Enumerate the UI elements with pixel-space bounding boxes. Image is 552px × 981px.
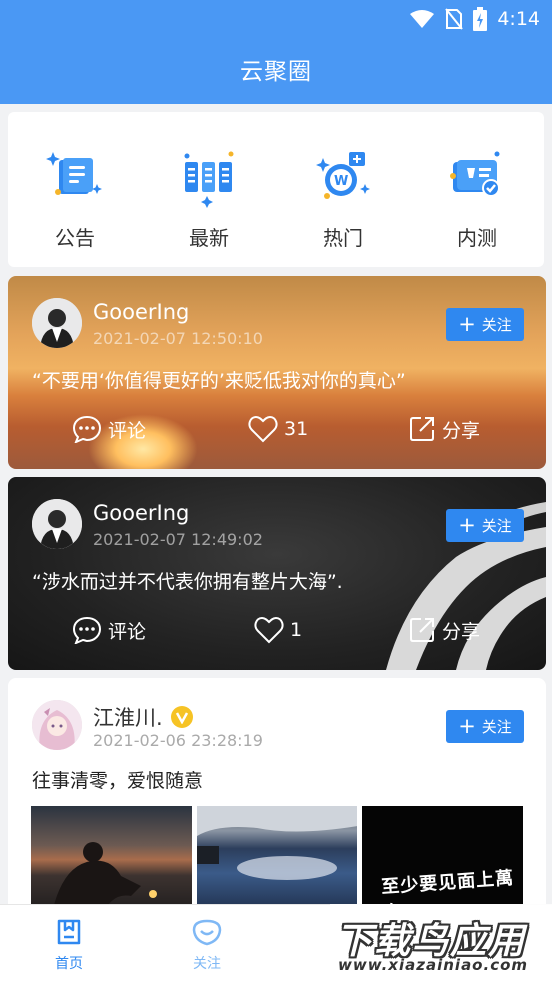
like-count: 31 — [284, 418, 309, 440]
nav-item-follow[interactable]: 关注 — [167, 917, 247, 973]
app-bar: 4:14 云聚圈 — [0, 0, 552, 104]
comment-icon — [72, 415, 102, 443]
follow-button[interactable]: + 关注 — [446, 710, 524, 743]
wifi-icon — [410, 10, 435, 28]
battery-icon — [473, 7, 488, 31]
nav-label: 首页 — [55, 956, 83, 972]
comment-button[interactable]: 评论 — [72, 415, 146, 443]
post-content: “不要用‘你值得更好的’来贬低我对你的真心” — [32, 370, 406, 392]
like-button[interactable]: 1 — [254, 616, 302, 644]
post-image[interactable]: 至少要见面上萬次 — [362, 806, 524, 918]
follow-button[interactable]: + 关注 — [446, 509, 524, 542]
page-title: 云聚圈 — [240, 59, 312, 85]
no-sim-icon — [445, 8, 464, 30]
avatar-image — [32, 298, 82, 348]
avatar[interactable] — [32, 298, 82, 348]
post-images: 至少要见面上萬次 — [31, 806, 524, 918]
svg-text:W: W — [334, 174, 348, 189]
post-actions: 评论 31 分享 — [8, 415, 546, 447]
quick-item-label: 热门 — [323, 226, 363, 250]
share-icon — [410, 417, 434, 441]
follow-button[interactable]: + 关注 — [446, 308, 524, 341]
like-count: 1 — [290, 619, 303, 641]
post-content: “涉水而过并不代表你拥有整片大海”. — [32, 571, 343, 593]
plus-icon: + — [458, 513, 476, 537]
share-button[interactable]: 分享 — [408, 415, 480, 443]
quick-item-label: 公告 — [55, 226, 95, 250]
post-card[interactable]: GooerIng 2021-02-07 12:50:10 + 关注 “不要用‘你值… — [8, 276, 546, 469]
status-time: 4:14 — [497, 8, 540, 30]
comment-button[interactable]: 评论 — [72, 616, 146, 644]
nav-label: 关注 — [193, 956, 221, 972]
like-button[interactable]: 31 — [248, 415, 308, 443]
share-label: 分享 — [442, 419, 481, 442]
share-icon — [410, 618, 434, 642]
avatar-image — [32, 700, 82, 750]
post-content: 往事清零，爱恨随意 — [32, 770, 204, 792]
quick-item-beta[interactable]: 内测 — [417, 144, 537, 267]
post-username-text: 江淮川. — [93, 706, 163, 730]
heart-chat-icon — [192, 919, 222, 946]
plus-icon: + — [458, 312, 476, 336]
post-time: 2021-02-07 12:49:02 — [93, 530, 263, 549]
post-actions: 评论 1 分享 — [8, 616, 546, 648]
follow-label: 关注 — [481, 718, 512, 736]
watermark-url: www.xiazainiao.com — [338, 956, 529, 974]
share-button[interactable]: 分享 — [408, 616, 480, 644]
comment-label: 评论 — [108, 419, 147, 442]
announcement-icon — [46, 152, 102, 195]
share-label: 分享 — [442, 620, 481, 643]
comment-icon — [72, 616, 102, 644]
nav-item-home[interactable]: 首页 — [29, 917, 109, 973]
heart-icon — [254, 616, 284, 644]
post-card[interactable]: 江淮川. 2021-02-06 23:28:19 + 关注 往事清零，爱恨随意 至… — [8, 678, 546, 918]
plus-icon: + — [458, 714, 476, 738]
quick-item-hot[interactable]: W 热门 — [283, 144, 403, 267]
latest-icon — [184, 151, 234, 208]
comment-label: 评论 — [108, 620, 147, 643]
watermark: 下载鸟应用 www.xiazainiao.com — [330, 904, 552, 981]
hot-icon: W — [316, 152, 370, 199]
heart-icon — [248, 415, 278, 443]
post-username[interactable]: GooerIng — [93, 300, 189, 324]
home-icon — [57, 919, 81, 945]
beta-icon — [450, 151, 500, 197]
quick-item-latest[interactable]: 最新 — [149, 144, 269, 267]
quick-item-label: 最新 — [189, 226, 229, 250]
post-time: 2021-02-06 23:28:19 — [93, 731, 263, 750]
avatar[interactable] — [32, 499, 82, 549]
follow-label: 关注 — [481, 517, 512, 535]
post-username[interactable]: 江淮川. — [93, 702, 193, 732]
verified-badge-icon — [170, 706, 193, 728]
post-username[interactable]: GooerIng — [93, 501, 189, 525]
sky-scene — [196, 806, 358, 880]
quick-item-announcement[interactable]: 公告 — [15, 144, 135, 267]
status-bar: 4:14 — [409, 6, 540, 32]
post-image[interactable] — [31, 806, 192, 918]
post-time: 2021-02-07 12:50:10 — [93, 329, 263, 348]
avatar-image — [32, 499, 82, 549]
quick-menu: 公告 最新 W 热门 内测 — [8, 112, 544, 267]
follow-label: 关注 — [481, 316, 512, 334]
post-image[interactable] — [196, 806, 358, 918]
quick-item-label: 内测 — [457, 226, 497, 250]
avatar[interactable] — [32, 700, 82, 750]
silhouette-figure — [51, 842, 157, 918]
post-card[interactable]: GooerIng 2021-02-07 12:49:02 + 关注 “涉水而过并不… — [8, 477, 546, 670]
